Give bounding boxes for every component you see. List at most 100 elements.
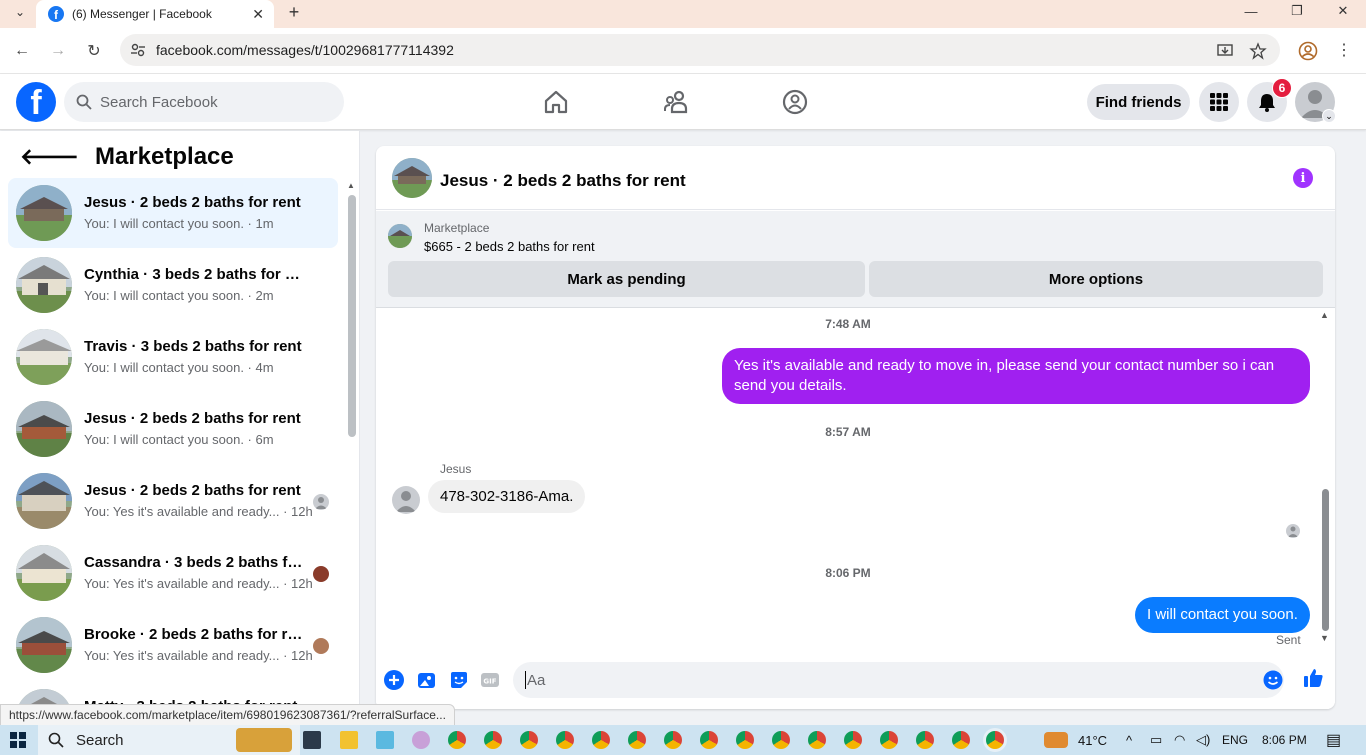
facebook-search-input[interactable]: Search Facebook xyxy=(64,82,344,122)
message-input[interactable]: Aa xyxy=(513,662,1284,698)
clock[interactable]: 8:06 PM xyxy=(1262,725,1307,755)
house-thumbnail xyxy=(16,617,72,673)
sticker-icon[interactable] xyxy=(448,669,470,691)
chat-header: Jesus · 2 beds 2 baths for rent i xyxy=(376,146,1335,210)
tab-search-chevron-icon[interactable]: ⌄ xyxy=(8,0,32,24)
browser-toolbar: ← → ↻ facebook.com/messages/t/1002968177… xyxy=(0,28,1366,74)
photo-icon[interactable] xyxy=(416,669,438,691)
chrome-icon[interactable] xyxy=(844,731,862,749)
language-indicator[interactable]: ENG xyxy=(1222,725,1248,755)
notepad-icon[interactable] xyxy=(376,731,394,749)
chrome-icon[interactable] xyxy=(916,731,934,749)
site-settings-icon[interactable] xyxy=(130,42,146,58)
windows-taskbar: Search 41°C ^ ▭ ◠ ◁) ENG 8:06 PM ▤ xyxy=(0,725,1366,755)
chrome-profile-icon[interactable] xyxy=(1298,41,1318,61)
back-arrow-icon[interactable]: 🡐 xyxy=(20,144,79,170)
mark-as-pending-button[interactable]: Mark as pending xyxy=(388,261,865,297)
chat-scroll-up-icon[interactable]: ▲ xyxy=(1320,310,1329,320)
conversation-item[interactable]: Jesus · 2 beds 2 baths for rent You: I w… xyxy=(8,394,338,464)
listing-title[interactable]: $665 - 2 beds 2 baths for rent xyxy=(424,239,595,254)
conversation-item[interactable]: Cassandra · 3 beds 2 baths for... You: Y… xyxy=(8,538,338,608)
chrome-icon[interactable] xyxy=(556,731,574,749)
chrome-menu-icon[interactable]: ⋮ xyxy=(1336,40,1352,60)
sender-avatar[interactable] xyxy=(392,486,420,514)
message-input-placeholder: Aa xyxy=(527,671,546,689)
chrome-icon[interactable] xyxy=(736,731,754,749)
tray-chevron-icon[interactable]: ^ xyxy=(1126,725,1132,755)
friends-icon[interactable] xyxy=(662,88,690,116)
chrome-icon[interactable] xyxy=(952,731,970,749)
tab-close-icon[interactable]: ✕ xyxy=(252,6,264,23)
conversation-item[interactable]: Jesus · 2 beds 2 baths for rent You: I w… xyxy=(8,178,338,248)
info-icon[interactable]: i xyxy=(1293,168,1313,188)
chat-scroll-down-icon[interactable]: ▼ xyxy=(1320,633,1329,643)
outgoing-message[interactable]: Yes it's available and ready to move in,… xyxy=(722,348,1310,404)
app-icon[interactable] xyxy=(412,731,430,749)
text-caret xyxy=(525,671,526,689)
chrome-icon[interactable] xyxy=(808,731,826,749)
chrome-icon[interactable] xyxy=(880,731,898,749)
like-thumbs-up-icon[interactable] xyxy=(1302,667,1324,689)
chat-scrollbar[interactable] xyxy=(1322,489,1329,631)
find-friends-button[interactable]: Find friends xyxy=(1087,84,1190,120)
chrome-icon[interactable] xyxy=(628,731,646,749)
gif-icon[interactable]: GIF xyxy=(479,669,501,691)
chrome-icon[interactable] xyxy=(484,731,502,749)
chrome-icon[interactable] xyxy=(664,731,682,749)
taskbar-search-icon xyxy=(48,732,64,748)
minimize-icon[interactable]: — xyxy=(1236,0,1266,22)
windows-start-icon[interactable] xyxy=(10,732,26,748)
message-composer: GIF Aa xyxy=(376,659,1335,709)
outgoing-message[interactable]: I will contact you soon. xyxy=(1135,597,1310,633)
chat-title[interactable]: Jesus · 2 beds 2 baths for rent xyxy=(440,171,686,191)
account-chevron-icon[interactable]: ⌄ xyxy=(1322,109,1336,123)
back-icon[interactable]: ← xyxy=(10,39,34,63)
scroll-up-arrow-icon[interactable]: ▲ xyxy=(347,181,355,190)
emoji-icon[interactable] xyxy=(1262,669,1284,691)
conversation-name: Cassandra · 3 beds 2 baths for... xyxy=(84,554,304,571)
conversation-item[interactable]: Cynthia · 3 beds 2 baths for rent You: I… xyxy=(8,250,338,320)
new-tab-icon[interactable]: + xyxy=(284,0,304,24)
notification-center-icon[interactable]: ▤ xyxy=(1326,725,1341,755)
volume-icon[interactable]: ◁) xyxy=(1196,725,1210,755)
wifi-icon[interactable]: ◠ xyxy=(1174,725,1185,755)
seen-avatar xyxy=(1286,524,1300,538)
taskbar-widget-image-icon[interactable] xyxy=(236,728,292,752)
chrome-icon[interactable] xyxy=(700,731,718,749)
home-icon[interactable] xyxy=(542,88,570,116)
chrome-icon[interactable] xyxy=(520,731,538,749)
grid-icon xyxy=(1210,93,1228,111)
task-view-icon[interactable] xyxy=(303,731,321,749)
conversation-item[interactable]: Brooke · 2 beds 2 baths for rent You: Ye… xyxy=(8,610,338,680)
chrome-active-icon[interactable] xyxy=(986,731,1004,749)
menu-grid-button[interactable] xyxy=(1199,82,1239,122)
forward-icon[interactable]: → xyxy=(46,39,70,63)
chat-avatar[interactable] xyxy=(392,158,432,198)
chrome-icon[interactable] xyxy=(592,731,610,749)
chrome-icon[interactable] xyxy=(448,731,466,749)
conversation-item[interactable]: Jesus · 2 beds 2 baths for rent You: Yes… xyxy=(8,466,338,536)
restore-icon[interactable]: ❐ xyxy=(1282,0,1312,22)
browser-tab[interactable]: f (6) Messenger | Facebook ✕ xyxy=(36,0,274,28)
install-app-icon[interactable] xyxy=(1216,42,1234,60)
window-close-icon[interactable]: ✕ xyxy=(1328,0,1358,22)
conversation-preview: You: I will contact you soon. · 2m xyxy=(84,288,274,303)
listing-thumbnail[interactable] xyxy=(388,224,412,248)
groups-icon[interactable] xyxy=(781,88,809,116)
chrome-icon[interactable] xyxy=(772,731,790,749)
sidebar-scrollbar[interactable] xyxy=(348,195,356,437)
incoming-message[interactable]: 478-302-3186-Ama. xyxy=(428,480,586,513)
conversation-preview: You: Yes it's available and ready... · 1… xyxy=(84,576,313,591)
bookmark-star-icon[interactable] xyxy=(1249,42,1267,60)
weather-widget[interactable]: 41°C xyxy=(1044,725,1107,755)
address-bar[interactable]: facebook.com/messages/t/1002968177711439… xyxy=(120,34,1280,66)
plus-circle-icon[interactable] xyxy=(383,669,405,691)
more-options-button[interactable]: More options xyxy=(869,261,1323,297)
facebook-logo-icon[interactable]: f xyxy=(16,82,56,122)
search-icon xyxy=(76,94,92,110)
tray-device-icon[interactable]: ▭ xyxy=(1150,725,1162,755)
file-explorer-icon[interactable] xyxy=(340,731,358,749)
conversation-item[interactable]: Travis · 3 beds 2 baths for rent You: I … xyxy=(8,322,338,392)
reload-icon[interactable]: ↻ xyxy=(82,39,106,63)
message-timestamp: 7:48 AM xyxy=(825,317,871,331)
